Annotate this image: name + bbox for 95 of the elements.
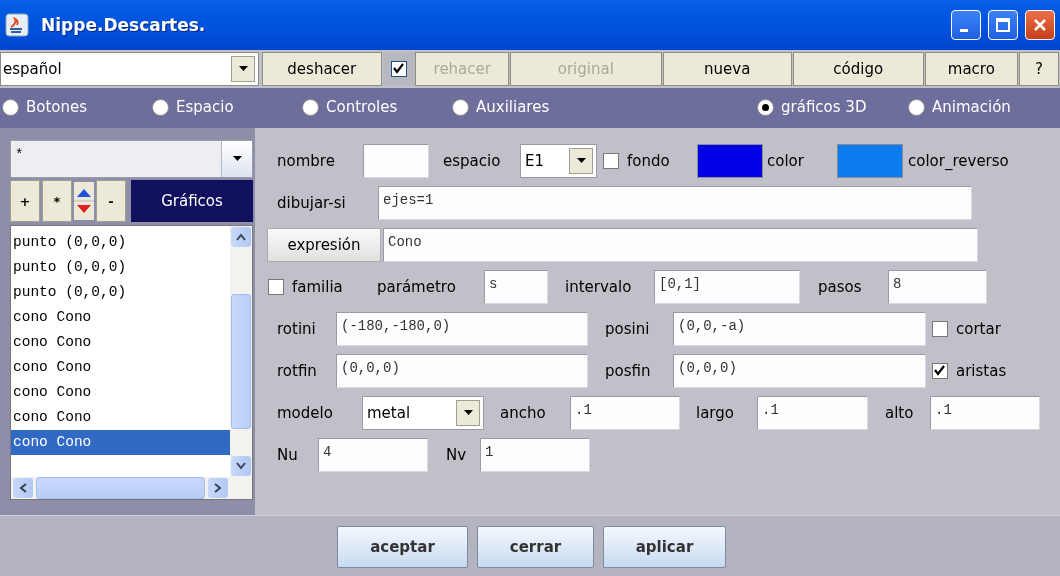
checkbox[interactable] bbox=[268, 279, 284, 295]
checkbox[interactable] bbox=[932, 363, 948, 379]
text-field[interactable]: (0,0,0) bbox=[336, 354, 588, 388]
field-label: espacio bbox=[443, 152, 502, 170]
coffee-cup-icon bbox=[5, 13, 29, 37]
close-button[interactable] bbox=[1025, 10, 1055, 40]
field-label: intervalo bbox=[565, 278, 633, 296]
color-swatch[interactable] bbox=[697, 144, 763, 178]
radio-tab[interactable]: Espacio bbox=[152, 98, 234, 116]
field-label: color_reverso bbox=[908, 152, 1010, 170]
maximize-icon bbox=[995, 17, 1011, 33]
filter-dropdown[interactable]: * bbox=[10, 140, 253, 178]
text-field[interactable]: (-180,-180,0) bbox=[336, 312, 588, 346]
scroll-left-icon bbox=[19, 483, 27, 493]
list-item[interactable]: cono Cono bbox=[11, 405, 230, 430]
color-swatch[interactable] bbox=[837, 144, 903, 178]
field-label: posfin bbox=[605, 362, 652, 380]
field-label: color bbox=[767, 152, 805, 170]
text-field[interactable]: s bbox=[484, 270, 548, 304]
toolbar-button[interactable]: nueva bbox=[662, 52, 792, 86]
list-item[interactable]: cono Cono bbox=[11, 330, 230, 355]
radio-tab[interactable]: Controles bbox=[302, 98, 398, 116]
dialog-button[interactable]: cerrar bbox=[477, 526, 594, 568]
list-item[interactable]: punto (0,0,0) bbox=[11, 255, 230, 280]
text-field[interactable] bbox=[363, 144, 429, 178]
dropdown[interactable]: metal bbox=[362, 396, 484, 430]
radio-tab[interactable]: gráficos 3D bbox=[757, 98, 867, 116]
help-button[interactable]: ? bbox=[1019, 52, 1059, 86]
text-field[interactable]: .1 bbox=[757, 396, 868, 430]
text-field[interactable]: ejes=1 bbox=[378, 186, 972, 220]
dropdown-arrow-icon bbox=[238, 66, 248, 72]
toolbar-button[interactable]: deshacer bbox=[262, 52, 382, 86]
text-field[interactable]: 1 bbox=[480, 438, 590, 472]
add-button[interactable]: + bbox=[10, 180, 40, 222]
expression-button[interactable]: expresión bbox=[267, 228, 381, 262]
text-field[interactable]: (0,0,0) bbox=[673, 354, 926, 388]
toolbar-button[interactable]: macro bbox=[924, 52, 1019, 86]
text-field[interactable]: .1 bbox=[570, 396, 680, 430]
checkbox-label: cortar bbox=[956, 320, 1001, 338]
checkbox[interactable] bbox=[391, 61, 407, 77]
scroll-down-icon bbox=[236, 462, 246, 470]
dropdown-arrow-icon bbox=[232, 156, 242, 162]
radio-tab[interactable]: Auxiliares bbox=[452, 98, 550, 116]
duplicate-button[interactable]: * bbox=[42, 180, 72, 222]
text-field[interactable]: [0,1] bbox=[654, 270, 800, 304]
language-dropdown[interactable]: español bbox=[0, 52, 259, 86]
scroll-right-icon bbox=[214, 483, 222, 493]
list-item[interactable]: cono Cono bbox=[11, 430, 230, 455]
dialog-button[interactable]: aceptar bbox=[337, 526, 468, 568]
list-item[interactable]: punto (0,0,0) bbox=[11, 280, 230, 305]
list-item[interactable]: cono Cono bbox=[11, 305, 230, 330]
dialog-button[interactable]: aplicar bbox=[603, 526, 726, 568]
field-label: largo bbox=[696, 404, 735, 422]
field-label: ancho bbox=[500, 404, 547, 422]
list-item[interactable]: cono Cono bbox=[11, 355, 230, 380]
field-label: alto bbox=[885, 404, 915, 422]
close-icon bbox=[1032, 17, 1048, 33]
checkbox-label: fondo bbox=[627, 152, 670, 170]
maximize-button[interactable] bbox=[988, 10, 1018, 40]
minimize-button[interactable] bbox=[951, 10, 981, 40]
checkbox[interactable] bbox=[932, 321, 948, 337]
list-item[interactable]: cono Cono bbox=[11, 380, 230, 405]
field-label: modelo bbox=[277, 404, 334, 422]
field-label: rotfin bbox=[277, 362, 318, 380]
up-down-arrows-icon[interactable] bbox=[74, 182, 94, 220]
radio-tab[interactable]: Animación bbox=[908, 98, 1011, 116]
checkbox[interactable] bbox=[603, 153, 619, 169]
field-label: posini bbox=[605, 320, 651, 338]
field-label: pasos bbox=[818, 278, 863, 296]
remove-button[interactable]: - bbox=[96, 180, 126, 222]
scroll-up-icon bbox=[236, 233, 246, 241]
field-label: Nu bbox=[277, 446, 299, 464]
vertical-scrollbar[interactable] bbox=[230, 226, 252, 477]
text-field[interactable]: Cono bbox=[383, 228, 978, 262]
text-field[interactable]: 4 bbox=[318, 438, 428, 472]
window-title: Nippe.Descartes. bbox=[41, 15, 207, 35]
toolbar-button[interactable]: código bbox=[793, 52, 924, 86]
dropdown[interactable]: E1 bbox=[520, 144, 597, 178]
text-field[interactable]: (0,0,-a) bbox=[673, 312, 926, 346]
field-label: parámetro bbox=[377, 278, 457, 296]
dropdown-arrow-icon bbox=[576, 158, 586, 164]
section-heading: Gráficos bbox=[131, 180, 253, 222]
field-label: rotini bbox=[277, 320, 317, 338]
field-label: Nv bbox=[446, 446, 468, 464]
radio-tab[interactable]: Botones bbox=[2, 98, 88, 116]
horizontal-scrollbar[interactable] bbox=[11, 477, 230, 499]
field-label: nombre bbox=[277, 152, 336, 170]
minimize-icon bbox=[960, 28, 968, 32]
field-label: dibujar-si bbox=[277, 194, 347, 212]
dropdown-arrow-icon bbox=[463, 410, 473, 416]
checkbox-label: familia bbox=[292, 278, 343, 296]
list-item[interactable]: punto (0,0,0) bbox=[11, 230, 230, 255]
text-field[interactable]: .1 bbox=[930, 396, 1040, 430]
checkbox-label: aristas bbox=[956, 362, 1007, 380]
text-field[interactable]: 8 bbox=[888, 270, 987, 304]
